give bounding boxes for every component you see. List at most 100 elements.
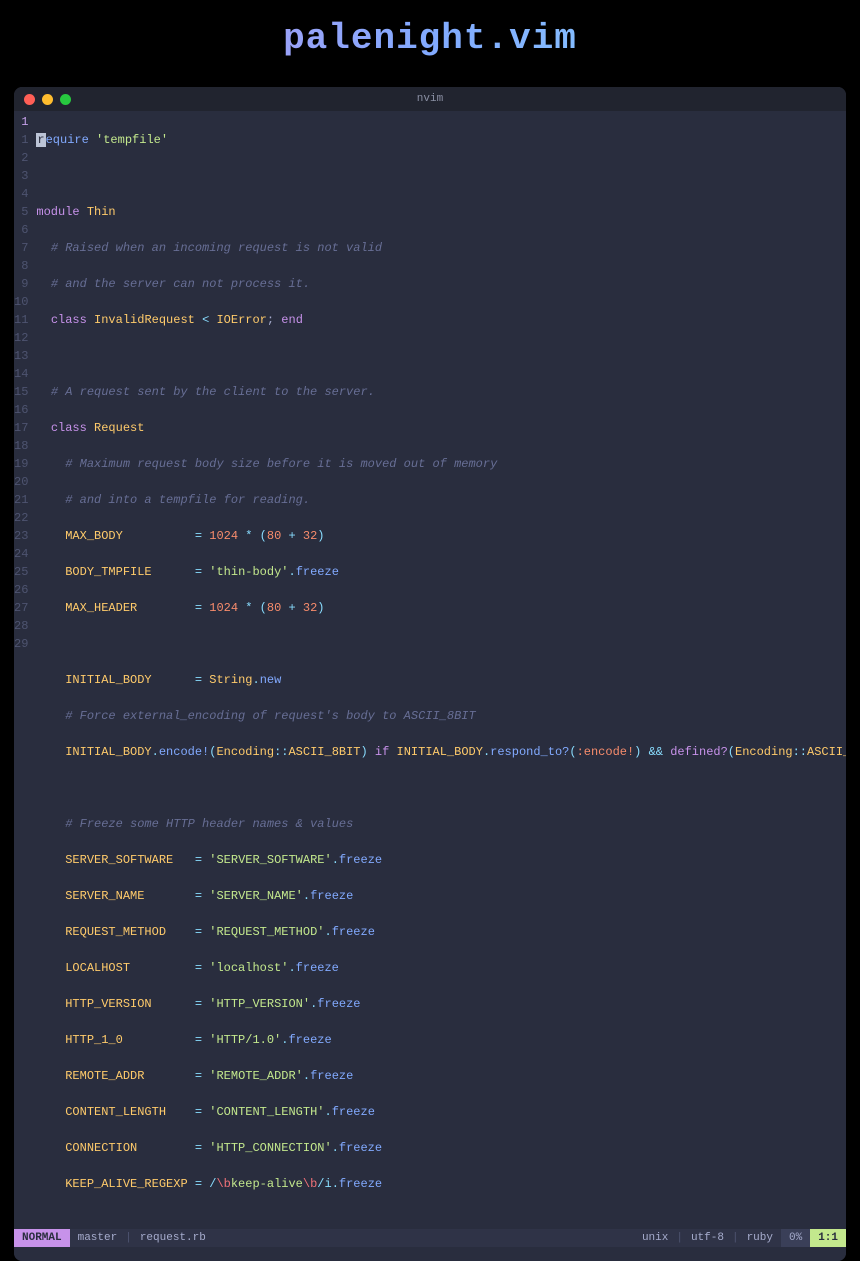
- code-line: HTTP_1_0 = 'HTTP/1.0'.freeze: [36, 1031, 846, 1049]
- token: ;: [267, 313, 274, 327]
- window-titlebar[interactable]: nvim: [14, 87, 846, 111]
- token: LOCALHOST: [65, 961, 130, 975]
- separator-icon: |: [676, 1232, 683, 1244]
- token: .: [332, 853, 339, 867]
- close-icon[interactable]: [24, 94, 35, 105]
- token: freeze: [317, 997, 360, 1011]
- token: .: [303, 1069, 310, 1083]
- status-bar: NORMAL master | request.rb unix | utf-8 …: [14, 1229, 846, 1247]
- line-num: 2: [14, 149, 28, 167]
- token: defined?: [670, 745, 728, 759]
- token: Thin: [87, 205, 116, 219]
- token: =: [195, 925, 202, 939]
- code-line: # Maximum request body size before it is…: [36, 455, 846, 473]
- token: SERVER_NAME: [65, 889, 144, 903]
- token: # Freeze some HTTP header names & values: [65, 817, 353, 831]
- token: 'HTTP_VERSION': [209, 997, 310, 1011]
- token: \b: [216, 1177, 230, 1191]
- code-line: class InvalidRequest < IOError; end: [36, 311, 846, 329]
- line-num: 28: [14, 617, 28, 635]
- token: Encoding: [216, 745, 274, 759]
- code-area[interactable]: require 'tempfile' module Thin # Raised …: [36, 113, 846, 1229]
- token: freeze: [332, 1105, 375, 1119]
- token: 32: [303, 601, 317, 615]
- token: ::: [274, 745, 288, 759]
- token: =: [195, 1105, 202, 1119]
- token: freeze: [339, 1141, 382, 1155]
- token: =: [195, 529, 202, 543]
- code-line: BODY_TMPFILE = 'thin-body'.freeze: [36, 563, 846, 581]
- token: freeze: [288, 1033, 331, 1047]
- token: if: [375, 745, 389, 759]
- maximize-icon[interactable]: [60, 94, 71, 105]
- token: =: [195, 889, 202, 903]
- token: Request: [94, 421, 144, 435]
- token: MAX_BODY: [65, 529, 123, 543]
- code-line: MAX_HEADER = 1024 * (80 + 32): [36, 599, 846, 617]
- token: equire: [46, 133, 89, 147]
- token: encode!: [159, 745, 209, 759]
- token: 'thin-body': [209, 565, 288, 579]
- token: INITIAL_BODY: [65, 745, 151, 759]
- mode-indicator: NORMAL: [14, 1229, 70, 1247]
- token: IOError: [216, 313, 266, 327]
- code-line: KEEP_ALIVE_REGEXP = /\bkeep-alive\b/i.fr…: [36, 1175, 846, 1193]
- token: 'tempfile': [96, 133, 168, 147]
- token: 'SERVER_NAME': [209, 889, 303, 903]
- line-num: 9: [14, 275, 28, 293]
- token: 80: [267, 601, 281, 615]
- line-num: 23: [14, 527, 28, 545]
- terminal-window: nvim 1 1 2 3 4 5 6 7 8 9 10 11 12 13 14 …: [14, 87, 846, 1261]
- command-line[interactable]: [14, 1247, 846, 1261]
- token: InvalidRequest: [94, 313, 195, 327]
- token: # Maximum request body size before it is…: [65, 457, 497, 471]
- token: 1024: [209, 529, 238, 543]
- line-num: 13: [14, 347, 28, 365]
- line-num: 27: [14, 599, 28, 617]
- token: +: [288, 529, 295, 543]
- line-num: 7: [14, 239, 28, 257]
- separator-icon: |: [732, 1232, 739, 1244]
- token: =: [195, 601, 202, 615]
- token: # and the server can not process it.: [51, 277, 310, 291]
- line-num: 6: [14, 221, 28, 239]
- token: HTTP_1_0: [65, 1033, 123, 1047]
- code-line: [36, 167, 846, 185]
- token: freeze: [296, 565, 339, 579]
- token: (: [209, 745, 216, 759]
- token: =: [195, 565, 202, 579]
- code-line: SERVER_SOFTWARE = 'SERVER_SOFTWARE'.free…: [36, 851, 846, 869]
- cursor-position: 1:1: [810, 1229, 846, 1247]
- window-label: nvim: [417, 93, 443, 105]
- line-num: 26: [14, 581, 28, 599]
- token: (: [728, 745, 735, 759]
- token: freeze: [332, 925, 375, 939]
- token: 'SERVER_SOFTWARE': [209, 853, 331, 867]
- token: =: [195, 1177, 202, 1191]
- token: &&: [649, 745, 663, 759]
- token: respond_to?: [490, 745, 569, 759]
- token: ): [634, 745, 641, 759]
- line-gutter: 1 1 2 3 4 5 6 7 8 9 10 11 12 13 14 15 16…: [14, 113, 36, 1229]
- token: 'localhost': [209, 961, 288, 975]
- token: .: [324, 1105, 331, 1119]
- code-line: require 'tempfile': [36, 131, 846, 149]
- token: HTTP_VERSION: [65, 997, 151, 1011]
- token: freeze: [339, 1177, 382, 1191]
- editor-pane[interactable]: 1 1 2 3 4 5 6 7 8 9 10 11 12 13 14 15 16…: [14, 111, 846, 1229]
- line-num: 1: [14, 131, 28, 149]
- token: .: [288, 961, 295, 975]
- token: (: [260, 529, 267, 543]
- minimize-icon[interactable]: [42, 94, 53, 105]
- token: ASCII_8BIT: [807, 745, 846, 759]
- code-line: [36, 779, 846, 797]
- git-branch: master: [70, 1232, 126, 1244]
- token: .: [332, 1177, 339, 1191]
- code-line: LOCALHOST = 'localhost'.freeze: [36, 959, 846, 977]
- page-title: palenight.vim: [0, 0, 860, 87]
- token: 1024: [209, 601, 238, 615]
- code-line: [36, 347, 846, 365]
- token: INITIAL_BODY: [65, 673, 151, 687]
- token: # Force external_encoding of request's b…: [65, 709, 475, 723]
- token: # Raised when an incoming request is not…: [51, 241, 382, 255]
